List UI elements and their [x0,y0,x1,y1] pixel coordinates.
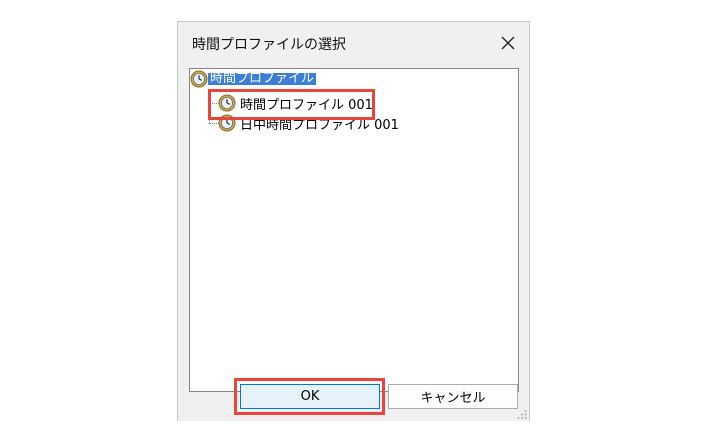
close-button[interactable] [487,24,529,62]
tree-root-label: 時間プロファイル [208,73,317,85]
close-icon [501,36,515,50]
tree-item-label: 日中時間プロファイル 001 [240,117,399,133]
tree-item-daytime-profile-001[interactable]: 日中時間プロファイル 001 [218,113,399,133]
tree-connector-line [209,89,210,123]
resize-grip-icon[interactable] [517,409,527,419]
dialog-title: 時間プロファイルの選択 [192,37,346,53]
tree-item-time-profile-001[interactable]: 時間プロファイル 001 [218,93,373,113]
clock-icon [218,94,236,112]
tree-item-label: 時間プロファイル 001 [240,97,373,113]
title-bar: 時間プロファイルの選択 [178,22,529,66]
profile-tree[interactable]: 時間プロファイル 時間プロファイル 001 日中時間プロファイル 001 [189,68,519,392]
tree-root-node[interactable]: 時間プロファイル [190,69,317,89]
clock-icon [218,114,236,132]
time-profile-select-dialog: 時間プロファイルの選択 時間プロファイル 時間プロファイル 001 日中時間プロ… [177,21,530,421]
cancel-button[interactable]: キャンセル [388,384,518,409]
ok-button[interactable]: OK [240,384,380,409]
clock-icon [190,70,208,88]
